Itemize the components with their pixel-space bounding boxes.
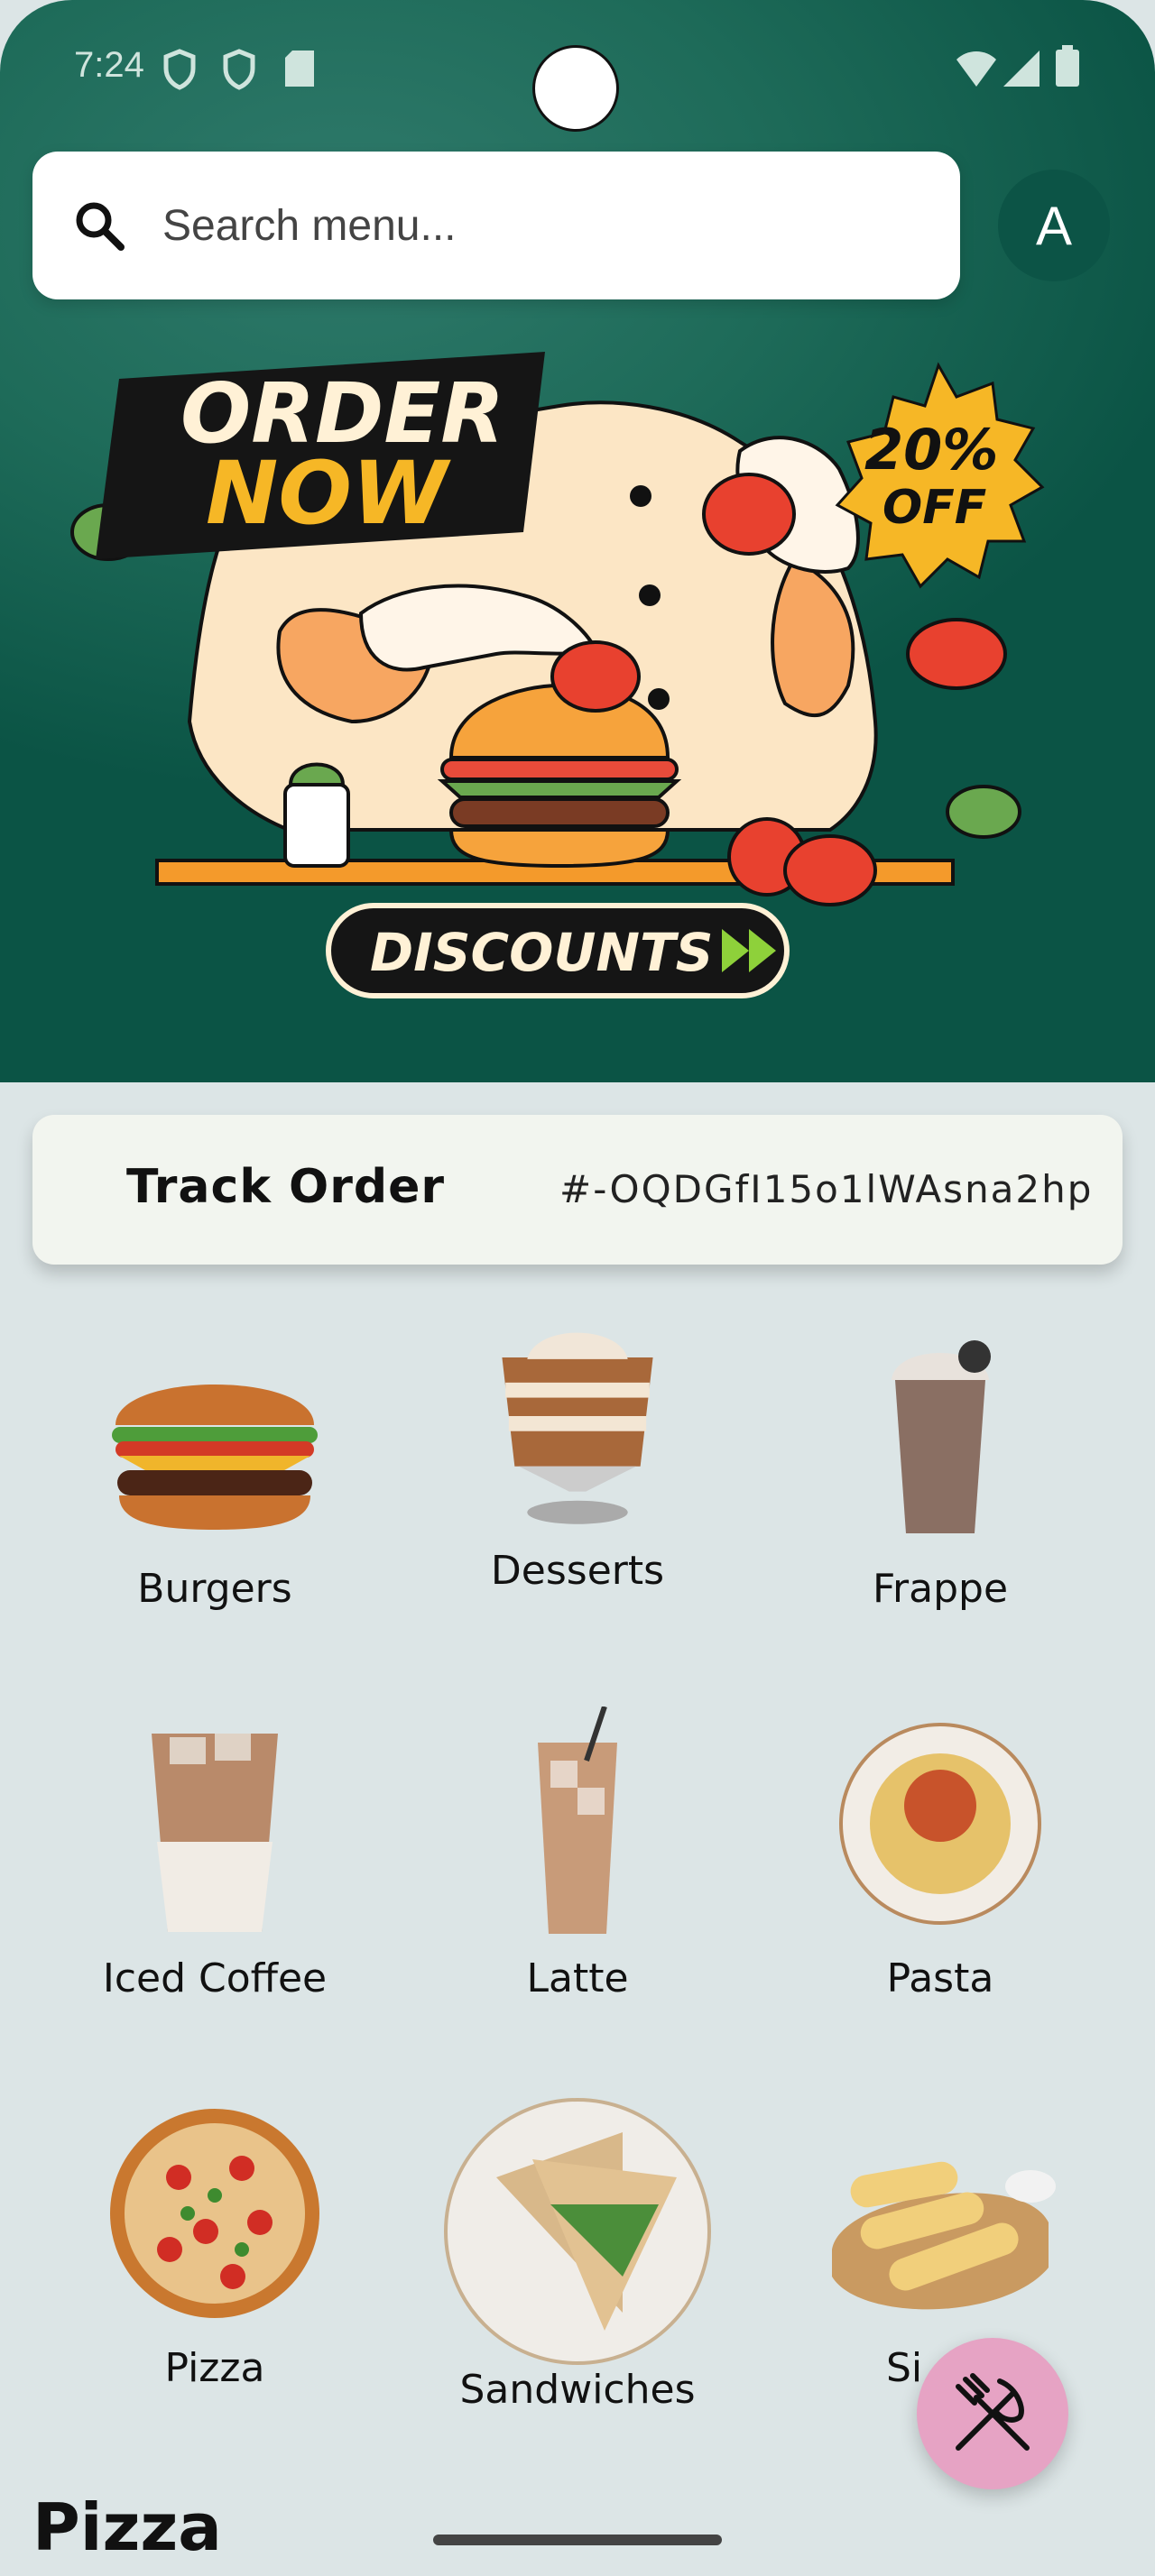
home-indicator[interactable] [433, 2535, 722, 2545]
category-label: Desserts [490, 1548, 665, 1594]
category-label: Pizza [164, 2345, 265, 2391]
shield-icon [163, 49, 196, 90]
discount-badge: 20% OFF [835, 362, 1045, 589]
fork-knife-icon [956, 2373, 1030, 2451]
app-screen: 7:24 Search menu... A ORDER NOW 20% OFF … [0, 0, 1155, 2576]
svg-text:NOW: NOW [206, 443, 451, 544]
track-order-label: Track Order [126, 1160, 445, 1214]
category-pasta[interactable]: Pasta [760, 1707, 1121, 2001]
search-input[interactable]: Search menu... [162, 201, 457, 251]
sandwich-image [444, 2098, 711, 2365]
wifi-icon [956, 51, 996, 87]
category-sides[interactable]: Si [760, 2096, 1121, 2391]
order-id: #-OQDGfI15o1lWAsna2hp [559, 1167, 1094, 1211]
track-order-card[interactable]: Track Order #-OQDGfI15o1lWAsna2hp [32, 1115, 1123, 1265]
category-label: Sandwiches [459, 2367, 696, 2413]
category-label: Frappe [872, 1566, 1009, 1612]
burger-graphic [437, 683, 682, 869]
category-sandwiches[interactable]: Sandwiches [397, 2096, 758, 2413]
hero-header: 7:24 Search menu... A ORDER NOW 20% OFF … [0, 0, 1155, 1082]
dessert-image [502, 1332, 653, 1524]
category-desserts[interactable]: Desserts [397, 1299, 758, 1594]
category-label: Iced Coffee [102, 1955, 328, 2001]
signal-icon [1003, 51, 1040, 87]
section-title: Pizza [32, 2489, 222, 2565]
shield-icon [223, 49, 255, 90]
svg-text:OFF: OFF [882, 481, 986, 535]
avatar[interactable]: A [998, 170, 1110, 281]
iced-coffee-image [152, 1734, 278, 1932]
category-latte[interactable]: Latte [397, 1706, 758, 2001]
pasta-image [839, 1723, 1041, 1925]
latte-image [538, 1706, 617, 1934]
battery-icon [1056, 45, 1079, 87]
category-label: Latte [526, 1955, 629, 2001]
status-time: 7:24 [74, 45, 144, 85]
category-label: Pasta [886, 1955, 994, 2001]
camera-cutout [532, 45, 619, 132]
frappe-image [892, 1340, 991, 1533]
search-bar[interactable]: Search menu... [32, 152, 960, 299]
category-iced-coffee[interactable]: Iced Coffee [34, 1707, 395, 2001]
search-icon [76, 202, 125, 251]
category-label: Burgers [137, 1566, 292, 1612]
sd-card-icon [285, 51, 314, 87]
burger-image [112, 1385, 318, 1530]
svg-text:DISCOUNTS: DISCOUNTS [370, 922, 713, 983]
promo-banner[interactable]: ORDER NOW 20% OFF DISCOUNTS [54, 343, 1101, 1010]
pizza-image [110, 2109, 319, 2318]
menu-fab[interactable] [917, 2338, 1068, 2489]
avatar-initial: A [1035, 195, 1073, 256]
garlic-bread-image [832, 2161, 1056, 2310]
category-pizza[interactable]: Pizza [34, 2096, 395, 2391]
svg-text:20%: 20% [864, 417, 998, 483]
category-burgers[interactable]: Burgers [34, 1317, 395, 1612]
category-frappe[interactable]: Frappe [760, 1317, 1121, 1612]
